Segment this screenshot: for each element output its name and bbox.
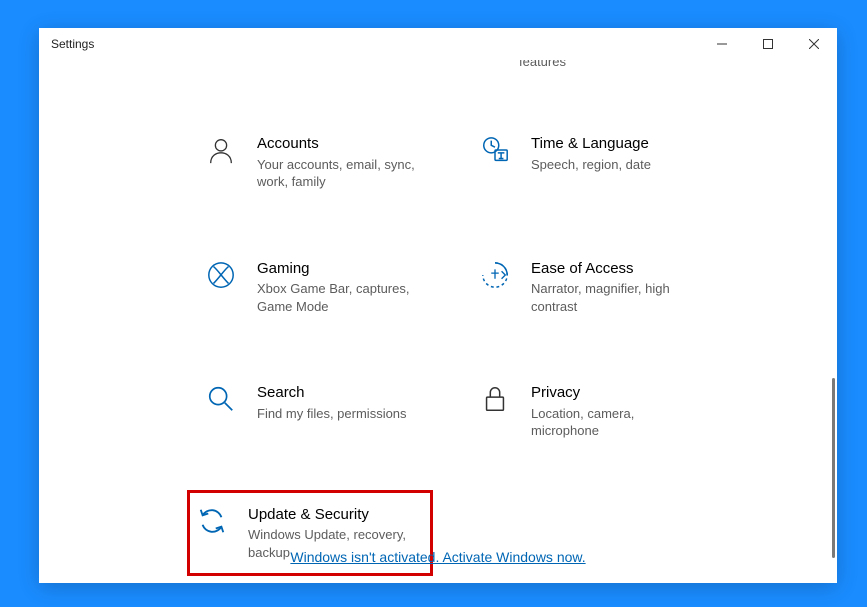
search-icon — [205, 383, 237, 415]
window-controls — [699, 28, 837, 60]
clock-language-icon — [479, 134, 511, 166]
tile-time-language[interactable]: Time & Language Speech, region, date — [473, 128, 707, 197]
tile-desc: Xbox Game Bar, captures, Game Mode — [257, 280, 427, 315]
tile-privacy[interactable]: Privacy Location, camera, microphone — [473, 377, 707, 446]
titlebar: Settings — [39, 28, 837, 60]
tile-title: Privacy — [531, 383, 701, 403]
tile-text: Privacy Location, camera, microphone — [531, 383, 701, 440]
tile-gaming[interactable]: Gaming Xbox Game Bar, captures, Game Mod… — [199, 253, 433, 322]
settings-window: Settings features — [39, 28, 837, 583]
tile-text: Gaming Xbox Game Bar, captures, Game Mod… — [257, 259, 427, 316]
tile-title: Gaming — [257, 259, 427, 279]
tile-ease-of-access[interactable]: Ease of Access Narrator, magnifier, high… — [473, 253, 707, 322]
content-area: features Accounts Your accounts, email, … — [39, 60, 837, 583]
tile-text: Search Find my files, permissions — [257, 383, 427, 422]
xbox-icon — [205, 259, 237, 291]
maximize-button[interactable] — [745, 28, 791, 60]
minimize-button[interactable] — [699, 28, 745, 60]
tile-text: Ease of Access Narrator, magnifier, high… — [531, 259, 701, 316]
window-title: Settings — [51, 37, 699, 51]
person-icon — [205, 134, 237, 166]
scrollbar-thumb[interactable] — [832, 378, 835, 558]
tile-text: Accounts Your accounts, email, sync, wor… — [257, 134, 427, 191]
tile-title: Time & Language — [531, 134, 701, 154]
settings-grid: Accounts Your accounts, email, sync, wor… — [59, 60, 817, 576]
activation-bar: Windows isn't activated. Activate Window… — [39, 549, 837, 567]
tile-desc: Speech, region, date — [531, 156, 701, 174]
tile-title: Update & Security — [248, 505, 424, 525]
tile-title: Ease of Access — [531, 259, 701, 279]
tile-accounts[interactable]: Accounts Your accounts, email, sync, wor… — [199, 128, 433, 197]
tile-desc: Find my files, permissions — [257, 405, 427, 423]
tile-desc: Narrator, magnifier, high contrast — [531, 280, 701, 315]
sync-icon — [196, 505, 228, 537]
close-button[interactable] — [791, 28, 837, 60]
tile-search[interactable]: Search Find my files, permissions — [199, 377, 433, 446]
partial-tile-desc: features — [519, 60, 566, 69]
tile-desc: Your accounts, email, sync, work, family — [257, 156, 427, 191]
tile-title: Search — [257, 383, 427, 403]
tile-title: Accounts — [257, 134, 427, 154]
tile-desc: Location, camera, microphone — [531, 405, 701, 440]
lock-icon — [479, 383, 511, 415]
activate-windows-link[interactable]: Windows isn't activated. Activate Window… — [290, 549, 585, 565]
ease-of-access-icon — [479, 259, 511, 291]
tile-text: Time & Language Speech, region, date — [531, 134, 701, 173]
